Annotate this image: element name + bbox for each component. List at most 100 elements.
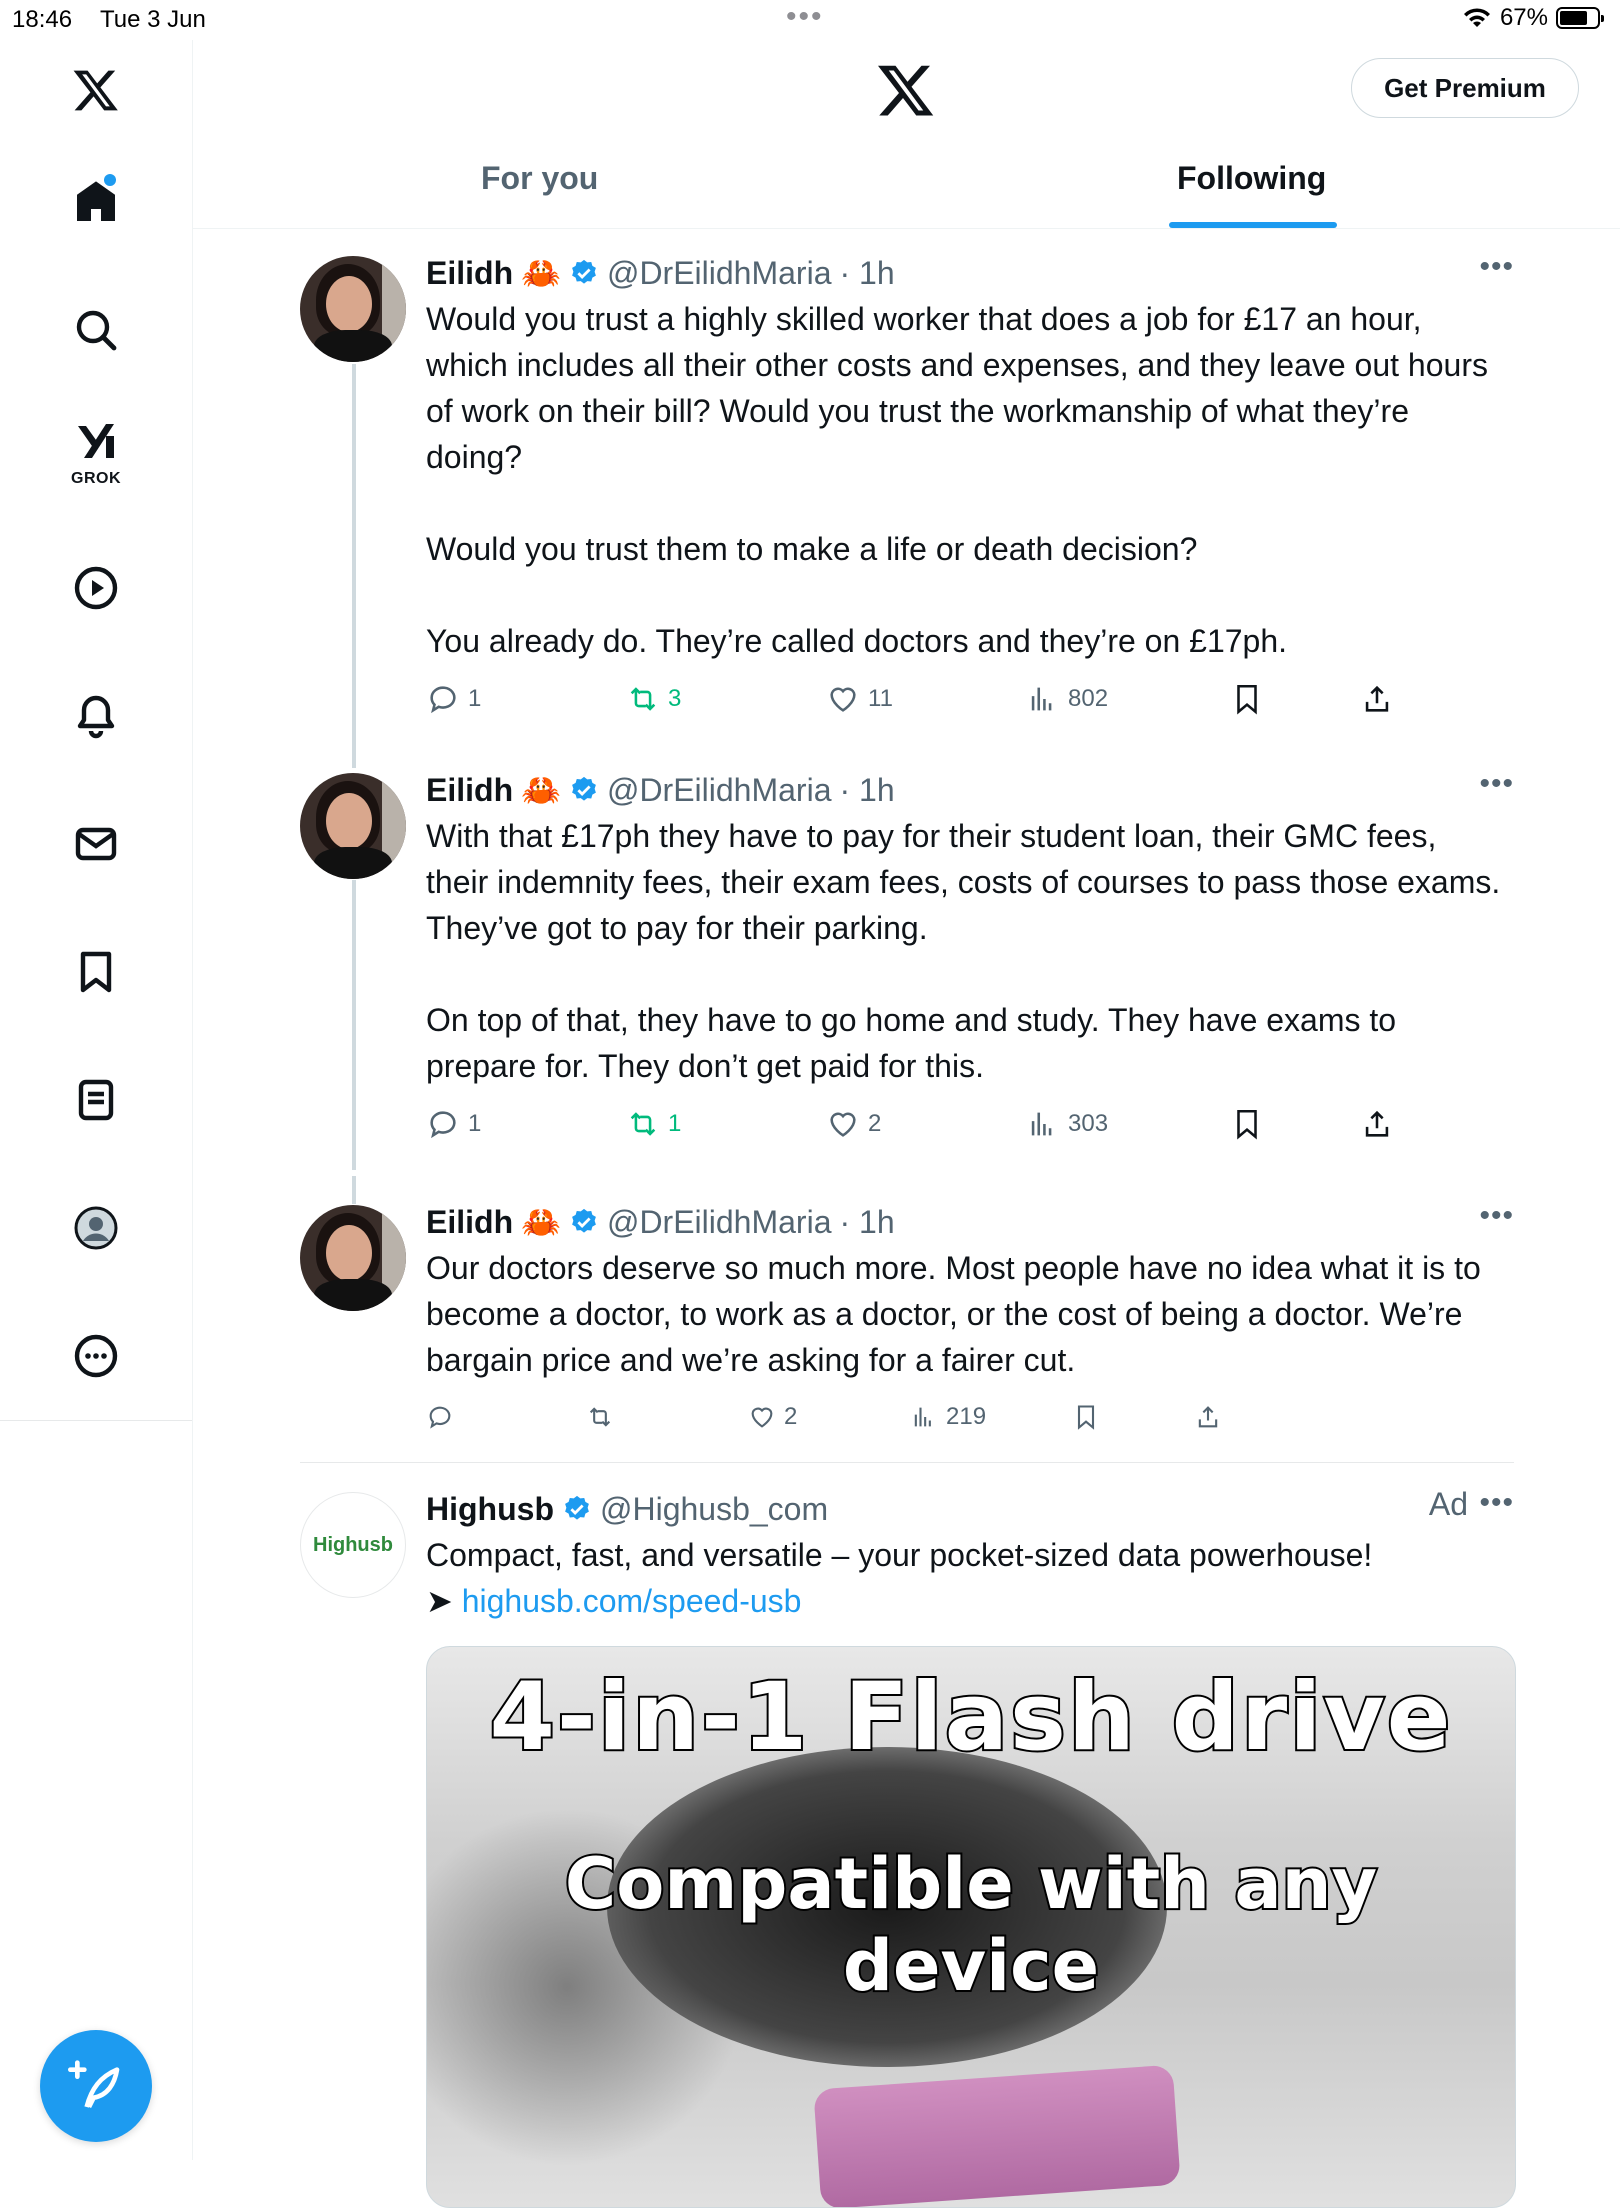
ad-link[interactable]: highusb.com/speed-usb	[462, 1583, 802, 1619]
grok-label: GROK	[71, 470, 121, 487]
multitasking-dots-icon[interactable]: •••	[786, 0, 824, 34]
reply-button[interactable]	[426, 1403, 462, 1431]
envelope-icon	[75, 827, 117, 861]
list-icon	[78, 1079, 114, 1121]
reply-count: 1	[468, 1110, 482, 1137]
tweet-text: Would you trust a highly skilled worker …	[426, 301, 1488, 659]
views-button[interactable]: 303	[1026, 1107, 1108, 1141]
sidebar-item-more[interactable]	[56, 1316, 136, 1396]
repost-button[interactable]	[586, 1403, 622, 1431]
header: Get Premium For you Following	[193, 40, 1620, 229]
author-name[interactable]: Eilidh	[426, 1204, 513, 1241]
bookmark-icon	[1077, 1405, 1095, 1430]
tweet-header: Highusb @Highusb_com	[426, 1486, 828, 1532]
feed-divider	[300, 1462, 1514, 1463]
ad-tweet[interactable]: Highusb Highusb @Highusb_com Ad ••• Comp…	[300, 1486, 1514, 1646]
sidebar-item-video[interactable]	[56, 548, 136, 628]
status-date: Tue 3 Jun	[100, 6, 206, 33]
sidebar-divider	[0, 1420, 192, 1421]
advertiser-logo: Highusb	[313, 1533, 393, 1556]
tweet-time[interactable]: · 1h	[839, 1204, 894, 1241]
author-handle[interactable]: @DrEilidhMaria	[607, 1204, 832, 1241]
author-handle[interactable]: @DrEilidhMaria	[607, 255, 832, 292]
view-count: 303	[1068, 1110, 1109, 1137]
more-options-icon[interactable]: •••	[1479, 1199, 1514, 1233]
get-premium-button[interactable]: Get Premium	[1351, 58, 1579, 118]
home-notification-dot	[104, 174, 116, 186]
bookmark-icon	[1237, 684, 1257, 715]
x-logo-icon[interactable]	[876, 60, 936, 120]
share-button[interactable]	[1360, 1107, 1394, 1141]
bookmark-button[interactable]	[1230, 1107, 1264, 1141]
share-button[interactable]	[1360, 682, 1394, 716]
more-options-icon[interactable]: •••	[1479, 250, 1514, 284]
reply-button[interactable]: 1	[426, 1107, 481, 1141]
tweet-time[interactable]: · 1h	[839, 772, 894, 809]
more-options-icon[interactable]: •••	[1479, 767, 1514, 801]
sidebar-item-explore[interactable]	[56, 290, 136, 370]
tweet[interactable]: Eilidh 🦀 @DrEilidhMaria · 1h ••• Our doc…	[300, 1199, 1514, 1439]
share-icon	[1365, 685, 1389, 712]
sidebar-item-home[interactable]	[56, 162, 136, 242]
arrow: ➤	[426, 1583, 462, 1619]
reply-count: 1	[468, 685, 482, 712]
x-logo-icon[interactable]	[56, 50, 136, 130]
views-icon	[1031, 1112, 1052, 1136]
tweet-header: Eilidh 🦀 @DrEilidhMaria · 1h	[426, 250, 895, 296]
tab-for-you[interactable]: For you	[481, 160, 598, 197]
repost-button[interactable]: 3	[626, 682, 681, 716]
media-caption: Compatible with any device	[563, 1841, 1379, 2009]
ad-media-video[interactable]: 4-in-1 Flash drive Compatible with any d…	[426, 1646, 1516, 2208]
like-button[interactable]: 11	[826, 682, 893, 716]
avatar[interactable]: Highusb	[300, 1492, 406, 1598]
reply-button[interactable]: 1	[426, 682, 481, 716]
repost-icon	[630, 687, 656, 711]
author-name[interactable]: Highusb	[426, 1491, 554, 1528]
like-button[interactable]: 2	[748, 1403, 797, 1431]
tweet[interactable]: Eilidh 🦀 @DrEilidhMaria · 1h ••• Would y…	[300, 250, 1514, 720]
sidebar-item-messages[interactable]	[56, 804, 136, 884]
sidebar-item-profile[interactable]	[56, 1188, 136, 1268]
tweet-time[interactable]: · 1h	[839, 255, 894, 292]
status-time: 18:46	[12, 6, 73, 33]
like-count: 2	[784, 1403, 798, 1430]
sidebar-item-notifications[interactable]	[56, 676, 136, 756]
verified-badge-icon	[572, 259, 596, 284]
author-name[interactable]: Eilidh	[426, 255, 513, 292]
views-button[interactable]: 219	[910, 1403, 986, 1431]
avatar[interactable]	[300, 1205, 406, 1311]
reply-icon	[429, 1406, 451, 1429]
bookmark-button[interactable]	[1230, 682, 1264, 716]
play-icon	[74, 566, 118, 610]
bookmark-button[interactable]	[1072, 1403, 1100, 1431]
ad-label: Ad	[1428, 1486, 1468, 1522]
sidebar-item-bookmarks[interactable]	[56, 932, 136, 1012]
tweet-header: Eilidh 🦀 @DrEilidhMaria · 1h	[426, 1199, 895, 1245]
tab-following[interactable]: Following	[1177, 160, 1326, 197]
verified-badge-icon	[572, 1208, 596, 1233]
tweet[interactable]: Eilidh 🦀 @DrEilidhMaria · 1h ••• With th…	[300, 767, 1514, 1147]
sidebar-item-lists[interactable]	[56, 1060, 136, 1140]
active-tab-indicator	[1169, 222, 1337, 228]
share-icon	[1365, 1110, 1389, 1137]
compose-button[interactable]	[40, 2030, 152, 2142]
views-button[interactable]: 802	[1026, 682, 1108, 716]
sidebar-item-grok[interactable]: GROK	[56, 410, 136, 490]
repost-button[interactable]: 1	[626, 1107, 681, 1141]
avatar[interactable]	[300, 256, 406, 362]
media-caption: 4-in-1 Flash drive	[487, 1661, 1453, 1774]
like-button[interactable]: 2	[826, 1107, 881, 1141]
author-handle[interactable]: @Highusb_com	[600, 1491, 828, 1528]
battery-icon	[1556, 7, 1604, 29]
more-options-icon[interactable]: •••	[1479, 1486, 1514, 1520]
repost-count: 1	[668, 1110, 682, 1137]
views-icon	[914, 1407, 931, 1427]
share-button[interactable]	[1194, 1403, 1222, 1431]
reply-icon	[430, 686, 456, 714]
author-name[interactable]: Eilidh	[426, 772, 513, 809]
avatar[interactable]	[300, 773, 406, 879]
author-handle[interactable]: @DrEilidhMaria	[607, 772, 832, 809]
bell-icon	[77, 695, 115, 739]
verified-badge-icon	[572, 776, 596, 801]
view-count: 219	[946, 1403, 987, 1430]
